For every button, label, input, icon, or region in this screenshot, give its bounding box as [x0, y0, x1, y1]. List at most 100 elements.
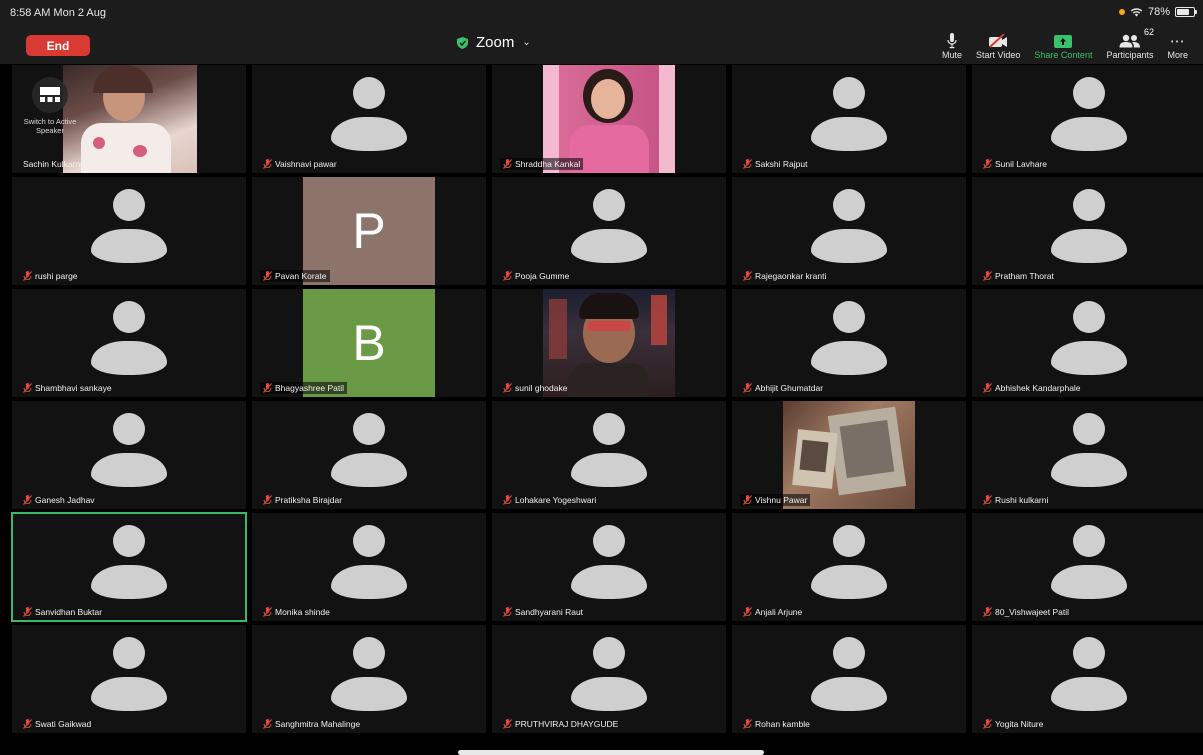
participant-tile[interactable]: Rohan kamble	[732, 625, 966, 733]
meeting-title[interactable]: Zoom ⌄	[457, 34, 531, 51]
participant-name-label: Ganesh Jadhav	[35, 495, 95, 505]
participant-tile[interactable]: Rajegaonkar kranti	[732, 177, 966, 285]
participant-tile[interactable]: rushi parge	[12, 177, 246, 285]
participant-name: Yogita Niture	[980, 718, 1046, 730]
participant-name-label: Yogita Niture	[995, 719, 1044, 729]
mic-indicator-icon	[1118, 9, 1125, 15]
more-dots-icon: ⋯	[1169, 33, 1186, 50]
participant-name: Rushi kulkarni	[980, 494, 1051, 506]
more-button[interactable]: ⋯ More	[1160, 30, 1195, 60]
chevron-down-icon: ⌄	[522, 37, 531, 48]
participant-name: Abhishek Kandarphale	[980, 382, 1084, 394]
participant-name-label: Pavan Korate	[275, 271, 327, 281]
participant-tile[interactable]: P Pavan Korate	[252, 177, 486, 285]
participant-name: Swati Gaikwad	[20, 718, 94, 730]
participant-tile[interactable]: Yogita Niture	[972, 625, 1203, 733]
participant-name: Ganesh Jadhav	[20, 494, 98, 506]
participant-name-label: Sandhyarani Raut	[515, 607, 584, 617]
status-right: 78%	[1118, 6, 1197, 18]
avatar	[329, 637, 409, 717]
muted-mic-icon	[263, 719, 272, 729]
participant-tile[interactable]: Sakshi Rajput	[732, 65, 966, 173]
participant-tile[interactable]: Sanghmitra Mahalinge	[252, 625, 486, 733]
end-button[interactable]: End	[26, 35, 90, 56]
participant-tile[interactable]: B Bhagyashree Patil	[252, 289, 486, 397]
participant-name: Sakshi Rajput	[740, 158, 810, 170]
muted-mic-icon	[743, 719, 752, 729]
participant-name-label: Anjali Arjune	[755, 607, 803, 617]
participant-tile[interactable]: Monika shinde	[252, 513, 486, 621]
participant-name-label: Abhijit Ghumatdar	[755, 383, 824, 393]
muted-mic-icon	[503, 271, 512, 281]
participants-button[interactable]: 62 Participants	[1099, 27, 1160, 60]
muted-mic-icon	[263, 271, 272, 281]
participant-tile-active-speaker[interactable]: Sanvidhan Buktar	[11, 512, 247, 622]
share-content-button[interactable]: Share Content	[1027, 30, 1099, 60]
participant-tile[interactable]: sunil ghodake	[492, 289, 726, 397]
participant-tile[interactable]: Pratiksha Birajdar	[252, 401, 486, 509]
participant-name: Monika shinde	[260, 606, 333, 618]
participant-name-label: Vaishnavi pawar	[275, 159, 337, 169]
participant-name-label: Shambhavi sankaye	[35, 383, 112, 393]
participant-tile[interactable]: Lohakare Yogeshwari	[492, 401, 726, 509]
participant-name-label: Sanghmitra Mahalinge	[275, 719, 361, 729]
participant-tile[interactable]: Switch to Active Speaker Sachin Kulkarni	[12, 65, 246, 173]
avatar	[809, 77, 889, 157]
start-video-button[interactable]: Start Video	[969, 30, 1027, 60]
participant-tile[interactable]: Sunil Lavhare	[972, 65, 1203, 173]
participant-name-label: PRUTHVIRAJ DHAYGUDE	[515, 719, 619, 729]
participant-tile[interactable]: Vaishnavi pawar	[252, 65, 486, 173]
participant-tile[interactable]: Abhijit Ghumatdar	[732, 289, 966, 397]
participant-name-label: Pratham Thorat	[995, 271, 1054, 281]
avatar	[569, 525, 649, 605]
avatar	[569, 637, 649, 717]
participant-tile[interactable]: Pratham Thorat	[972, 177, 1203, 285]
participant-name: Abhijit Ghumatdar	[740, 382, 826, 394]
participant-tile[interactable]: Rushi kulkarni	[972, 401, 1203, 509]
participant-name-label: Abhishek Kandarphale	[995, 383, 1081, 393]
participants-label: Participants	[1106, 50, 1154, 60]
switch-active-speaker-button[interactable]: Switch to Active Speaker	[22, 77, 78, 135]
avatar	[809, 637, 889, 717]
participant-name: Rajegaonkar kranti	[740, 270, 829, 282]
participant-name: Shambhavi sankaye	[20, 382, 115, 394]
participant-tile[interactable]: Sandhyarani Raut	[492, 513, 726, 621]
participant-name-label: Pooja Gumme	[515, 271, 570, 281]
avatar	[1049, 525, 1129, 605]
avatar	[329, 413, 409, 493]
participant-tile[interactable]: Swati Gaikwad	[12, 625, 246, 733]
avatar	[89, 637, 169, 717]
avatar	[1049, 637, 1129, 717]
participant-name-label: Swati Gaikwad	[35, 719, 92, 729]
home-indicator[interactable]	[458, 750, 764, 755]
muted-mic-icon	[263, 159, 272, 169]
participant-name-label: Rohan kamble	[755, 719, 810, 729]
participant-name-label: Sanvidhan Buktar	[35, 607, 103, 617]
participant-tile[interactable]: Vishnu Pawar	[732, 401, 966, 509]
participant-name: Pratiksha Birajdar	[260, 494, 345, 506]
participant-name: Sanvidhan Buktar	[20, 606, 105, 618]
participant-tile[interactable]: Anjali Arjune	[732, 513, 966, 621]
participant-tile[interactable]: Shambhavi sankaye	[12, 289, 246, 397]
participant-name-label: sunil ghodake	[515, 383, 568, 393]
avatar	[89, 301, 169, 381]
participant-video	[543, 65, 675, 173]
participant-tile[interactable]: Ganesh Jadhav	[12, 401, 246, 509]
participant-tile[interactable]: Abhishek Kandarphale	[972, 289, 1203, 397]
avatar	[809, 301, 889, 381]
participant-name-label: Sachin Kulkarni	[23, 159, 83, 169]
muted-mic-icon	[23, 495, 32, 505]
muted-mic-icon	[743, 159, 752, 169]
participant-tile[interactable]: PRUTHVIRAJ DHAYGUDE	[492, 625, 726, 733]
participant-tile[interactable]: 80_Vishwajeet Patil	[972, 513, 1203, 621]
participant-tile[interactable]: Shraddha Kankal	[492, 65, 726, 173]
participant-name-label: Bhagyashree Patil	[275, 383, 344, 393]
muted-mic-icon	[983, 383, 992, 393]
participant-name: rushi parge	[20, 270, 81, 282]
battery-percent: 78%	[1147, 6, 1170, 18]
avatar	[89, 413, 169, 493]
mute-button[interactable]: Mute	[935, 30, 969, 60]
avatar	[89, 189, 169, 269]
toolbar-actions: Mute Start Video Share Content 62 Partic…	[935, 27, 1195, 60]
participant-tile[interactable]: Pooja Gumme	[492, 177, 726, 285]
